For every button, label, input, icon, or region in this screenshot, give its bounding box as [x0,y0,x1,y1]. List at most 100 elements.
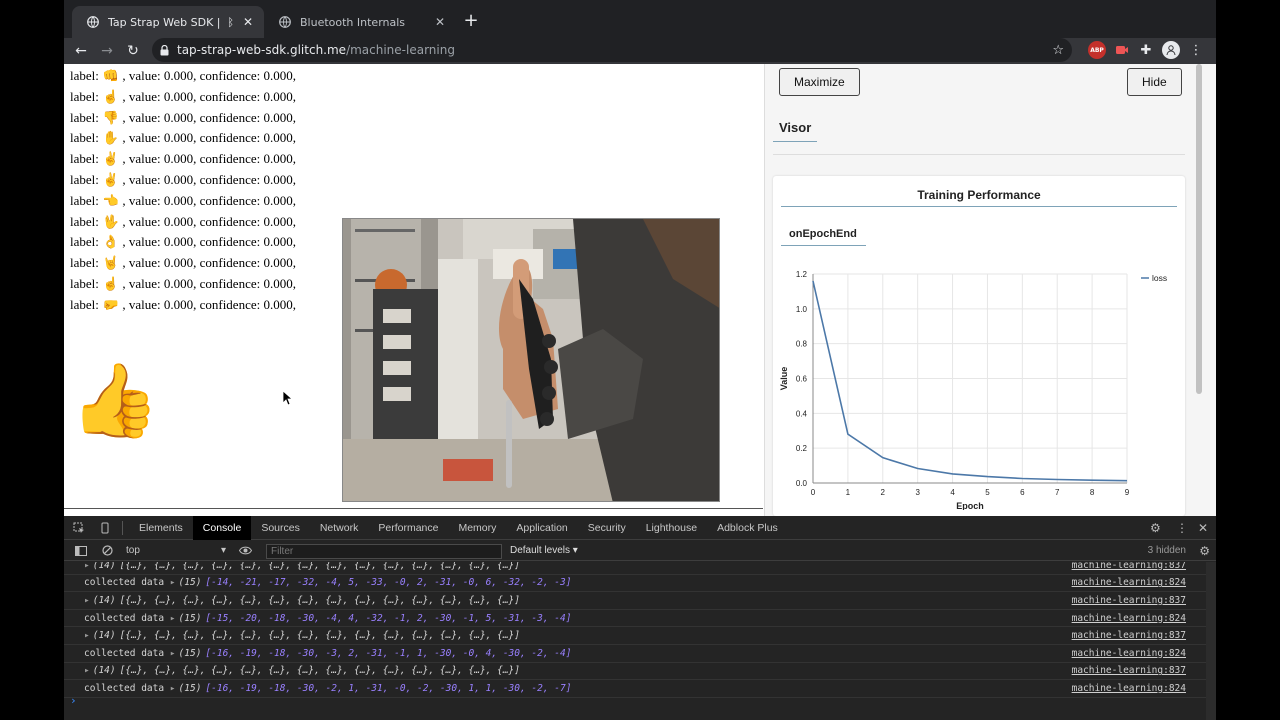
label-values: , value: 0.000, confidence: 0.000, [119,275,296,291]
inspect-element-icon[interactable] [68,522,90,534]
label-values: , value: 0.000, confidence: 0.000, [119,88,296,104]
adblock-plus-icon[interactable]: ABP [1088,41,1106,59]
console-row[interactable]: ▸ (14) [{…}, {…}, {…}, {…}, {…}, {…}, {…},… [64,627,1206,645]
more-menu-icon[interactable]: ⋮ [1190,41,1203,59]
address-bar[interactable]: tap-strap-web-sdk.glitch.me/machine-lear… [152,38,1072,62]
expand-caret-icon[interactable]: ▸ [84,562,90,571]
array-preview: [{…}, {…}, {…}, {…}, {…}, {…}, {…}, {…},… [119,665,520,677]
source-link[interactable]: machine-learning:824 [1072,613,1186,624]
console-scrollbar[interactable] [1206,562,1216,720]
back-arrow-icon[interactable]: ← [68,43,94,59]
console-row[interactable]: collected data ▸ (15) [-16, -19, -18, -30,… [64,645,1206,663]
tab-underline [781,245,866,246]
tab-network[interactable]: Network [310,516,369,540]
tab-memory[interactable]: Memory [448,516,506,540]
page-scrollbar-thumb[interactable] [506,400,512,488]
console-settings-gear-icon[interactable]: ⚙ [1199,544,1210,558]
bookmark-star-icon[interactable]: ☆ [1052,43,1064,58]
expand-caret-icon[interactable]: ▸ [84,595,90,606]
more-menu-icon[interactable]: ⋮ [1176,516,1188,540]
console-row[interactable]: ▸ (14) [{…}, {…}, {…}, {…}, {…}, {…}, {…},… [64,592,1206,610]
array-preview: [{…}, {…}, {…}, {…}, {…}, {…}, {…}, {…},… [119,630,520,642]
new-tab-button[interactable]: + [460,10,482,31]
label-row: label: ☝ , value: 0.000, confidence: 0.00… [70,274,296,295]
eye-icon[interactable] [234,546,256,555]
console-row[interactable]: collected data ▸ (15) [-16, -19, -18, -30,… [64,680,1206,698]
tab-application[interactable]: Application [506,516,577,540]
label-row: label: ☝ , value: 0.000, confidence: 0.00… [70,87,296,108]
visor-title: Visor [779,120,812,135]
close-icon[interactable]: ✕ [1198,516,1208,540]
source-link[interactable]: machine-learning:837 [1072,630,1186,641]
tab-adblock-plus[interactable]: Adblock Plus [707,516,788,540]
devtools-tabbar: Elements Console Sources Network Performance… [64,515,1216,540]
x-tick-label: 6 [1020,488,1025,497]
close-icon[interactable]: ✕ [432,15,448,29]
tab-security[interactable]: Security [578,516,636,540]
divider [781,206,1177,207]
device-toolbar-icon[interactable] [94,522,116,534]
sidebar-toggle-icon[interactable] [70,545,92,556]
scrollbar-thumb[interactable] [1196,64,1202,394]
x-tick-label: 0 [811,488,816,497]
maximize-button[interactable]: Maximize [779,68,860,96]
reload-icon[interactable]: ↻ [120,43,146,59]
tab-lighthouse[interactable]: Lighthouse [636,516,707,540]
context-selector[interactable]: top ▾ [126,545,226,556]
gesture-emoji: ✌ [102,151,120,167]
console-row[interactable]: collected data ▸ (15) [-15, -20, -18, -30,… [64,610,1206,628]
gesture-emoji: 🤛 [102,296,120,312]
source-link[interactable]: machine-learning:824 [1072,683,1186,694]
divider [64,508,763,509]
tab-tap-strap[interactable]: Tap Strap Web SDK | Mach ᛒ ✕ [72,6,264,38]
x-tick-label: 1 [846,488,851,497]
legend-label: loss [1152,273,1167,283]
console-row[interactable]: collected data ▸ (15) [-14, -21, -17, -32,… [64,575,1206,593]
x-tick-label: 7 [1055,488,1060,497]
expand-caret-icon[interactable]: ▸ [170,577,176,588]
console-row[interactable]: ▸ (14) [{…}, {…}, {…}, {…}, {…}, {…}, {…},… [64,663,1206,681]
expand-caret-icon[interactable]: ▸ [170,613,176,624]
tab-bluetooth-internals[interactable]: Bluetooth Internals ✕ [264,6,456,38]
label-row: label: ✌ , value: 0.000, confidence: 0.00… [70,170,296,191]
expand-caret-icon[interactable]: ▸ [170,683,176,694]
expand-caret-icon[interactable]: ▸ [84,665,90,676]
toolbar: ← → ↻ tap-strap-web-sdk.glitch.me/machin… [64,38,1216,64]
devtools-tabs: Elements Console Sources Network Performance… [129,515,788,540]
source-link[interactable]: machine-learning:837 [1072,665,1186,676]
divider [773,154,1185,155]
extension-camera-icon[interactable] [1114,41,1130,59]
mouse-cursor-icon [282,390,294,410]
x-tick-label: 4 [950,488,955,497]
source-link[interactable]: machine-learning:824 [1072,648,1186,659]
tab-console[interactable]: Console [192,515,252,540]
array-preview: [-14, -21, -17, -32, -4, 5, -33, -0, 2, … [205,577,572,589]
hide-button[interactable]: Hide [1127,68,1182,96]
clear-console-icon[interactable] [96,545,118,556]
tab-title: Tap Strap Web SDK | Mach [108,15,221,29]
label-values: , value: 0.000, confidence: 0.000, [119,130,296,146]
source-link[interactable]: machine-learning:837 [1072,595,1186,606]
tab-sources[interactable]: Sources [251,516,310,540]
array-count: (15) [178,647,202,659]
dropdown-arrow-icon: ▾ [220,545,226,556]
avatar[interactable] [1162,41,1180,59]
forward-arrow-icon[interactable]: → [94,43,120,59]
log-levels-dropdown[interactable]: Default levels ▾ [510,545,578,556]
label-values: , value: 0.000, confidence: 0.000, [119,234,296,250]
settings-gear-icon[interactable]: ⚙ [1150,516,1161,540]
console-filter-input[interactable]: Filter [266,544,502,559]
tab-on-epoch-end[interactable]: onEpochEnd [789,228,857,240]
puzzle-icon[interactable]: ✚ [1138,41,1154,59]
source-link[interactable]: machine-learning:824 [1072,577,1186,588]
visor-scrollbar[interactable] [1195,64,1203,516]
gesture-emoji: 👌 [102,234,120,250]
close-icon[interactable]: ✕ [240,15,256,29]
console-row[interactable]: ▸ (14) [{…}, {…}, {…}, {…}, {…}, {…}, {…},… [64,562,1206,575]
tab-performance[interactable]: Performance [368,516,448,540]
source-link[interactable]: machine-learning:837 [1072,562,1186,571]
array-count: (15) [178,682,202,694]
tab-elements[interactable]: Elements [129,516,193,540]
expand-caret-icon[interactable]: ▸ [84,630,90,641]
expand-caret-icon[interactable]: ▸ [170,648,176,659]
